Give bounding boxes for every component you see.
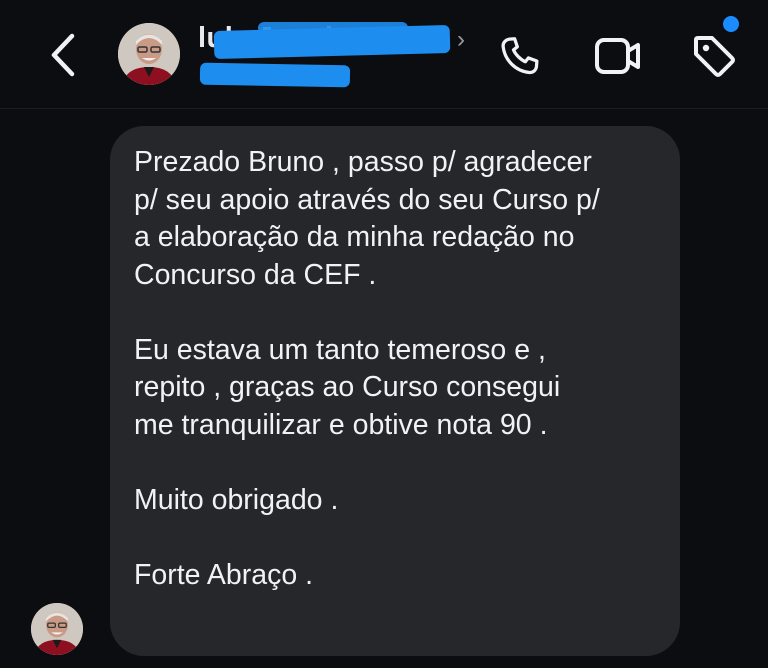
chat-screen: lulz Juaai... › Prezado B [0, 0, 768, 668]
chevron-left-icon [51, 33, 75, 77]
phone-icon [501, 37, 539, 75]
contact-name-block[interactable]: lulz Juaai... › [198, 14, 468, 94]
chat-header: lulz Juaai... › [0, 0, 768, 109]
message-paragraph: Prezado Bruno , passo p/ agradecer p/ se… [134, 146, 600, 291]
message-paragraph: Muito obrigado . [134, 483, 339, 516]
name-redaction-stroke [258, 22, 408, 34]
video-camera-icon [595, 38, 640, 74]
label-button[interactable] [686, 28, 742, 84]
contact-avatar[interactable] [118, 23, 180, 85]
call-button[interactable] [494, 30, 546, 82]
chevron-right-icon: › [457, 26, 465, 53]
avatar-photo [118, 23, 180, 85]
notification-dot [723, 16, 739, 32]
message-paragraph: Eu estava um tanto temeroso e , repito ,… [134, 333, 561, 441]
sender-avatar[interactable] [31, 603, 83, 655]
avatar-photo [31, 603, 83, 655]
video-call-button[interactable] [590, 30, 646, 82]
back-button[interactable] [40, 30, 86, 80]
message-paragraph: Forte Abraço . [134, 558, 314, 591]
tag-icon [694, 36, 735, 77]
message-bubble[interactable]: Prezado Bruno , passo p/ agradecer p/ se… [110, 126, 680, 656]
subtitle-redaction [199, 62, 351, 88]
